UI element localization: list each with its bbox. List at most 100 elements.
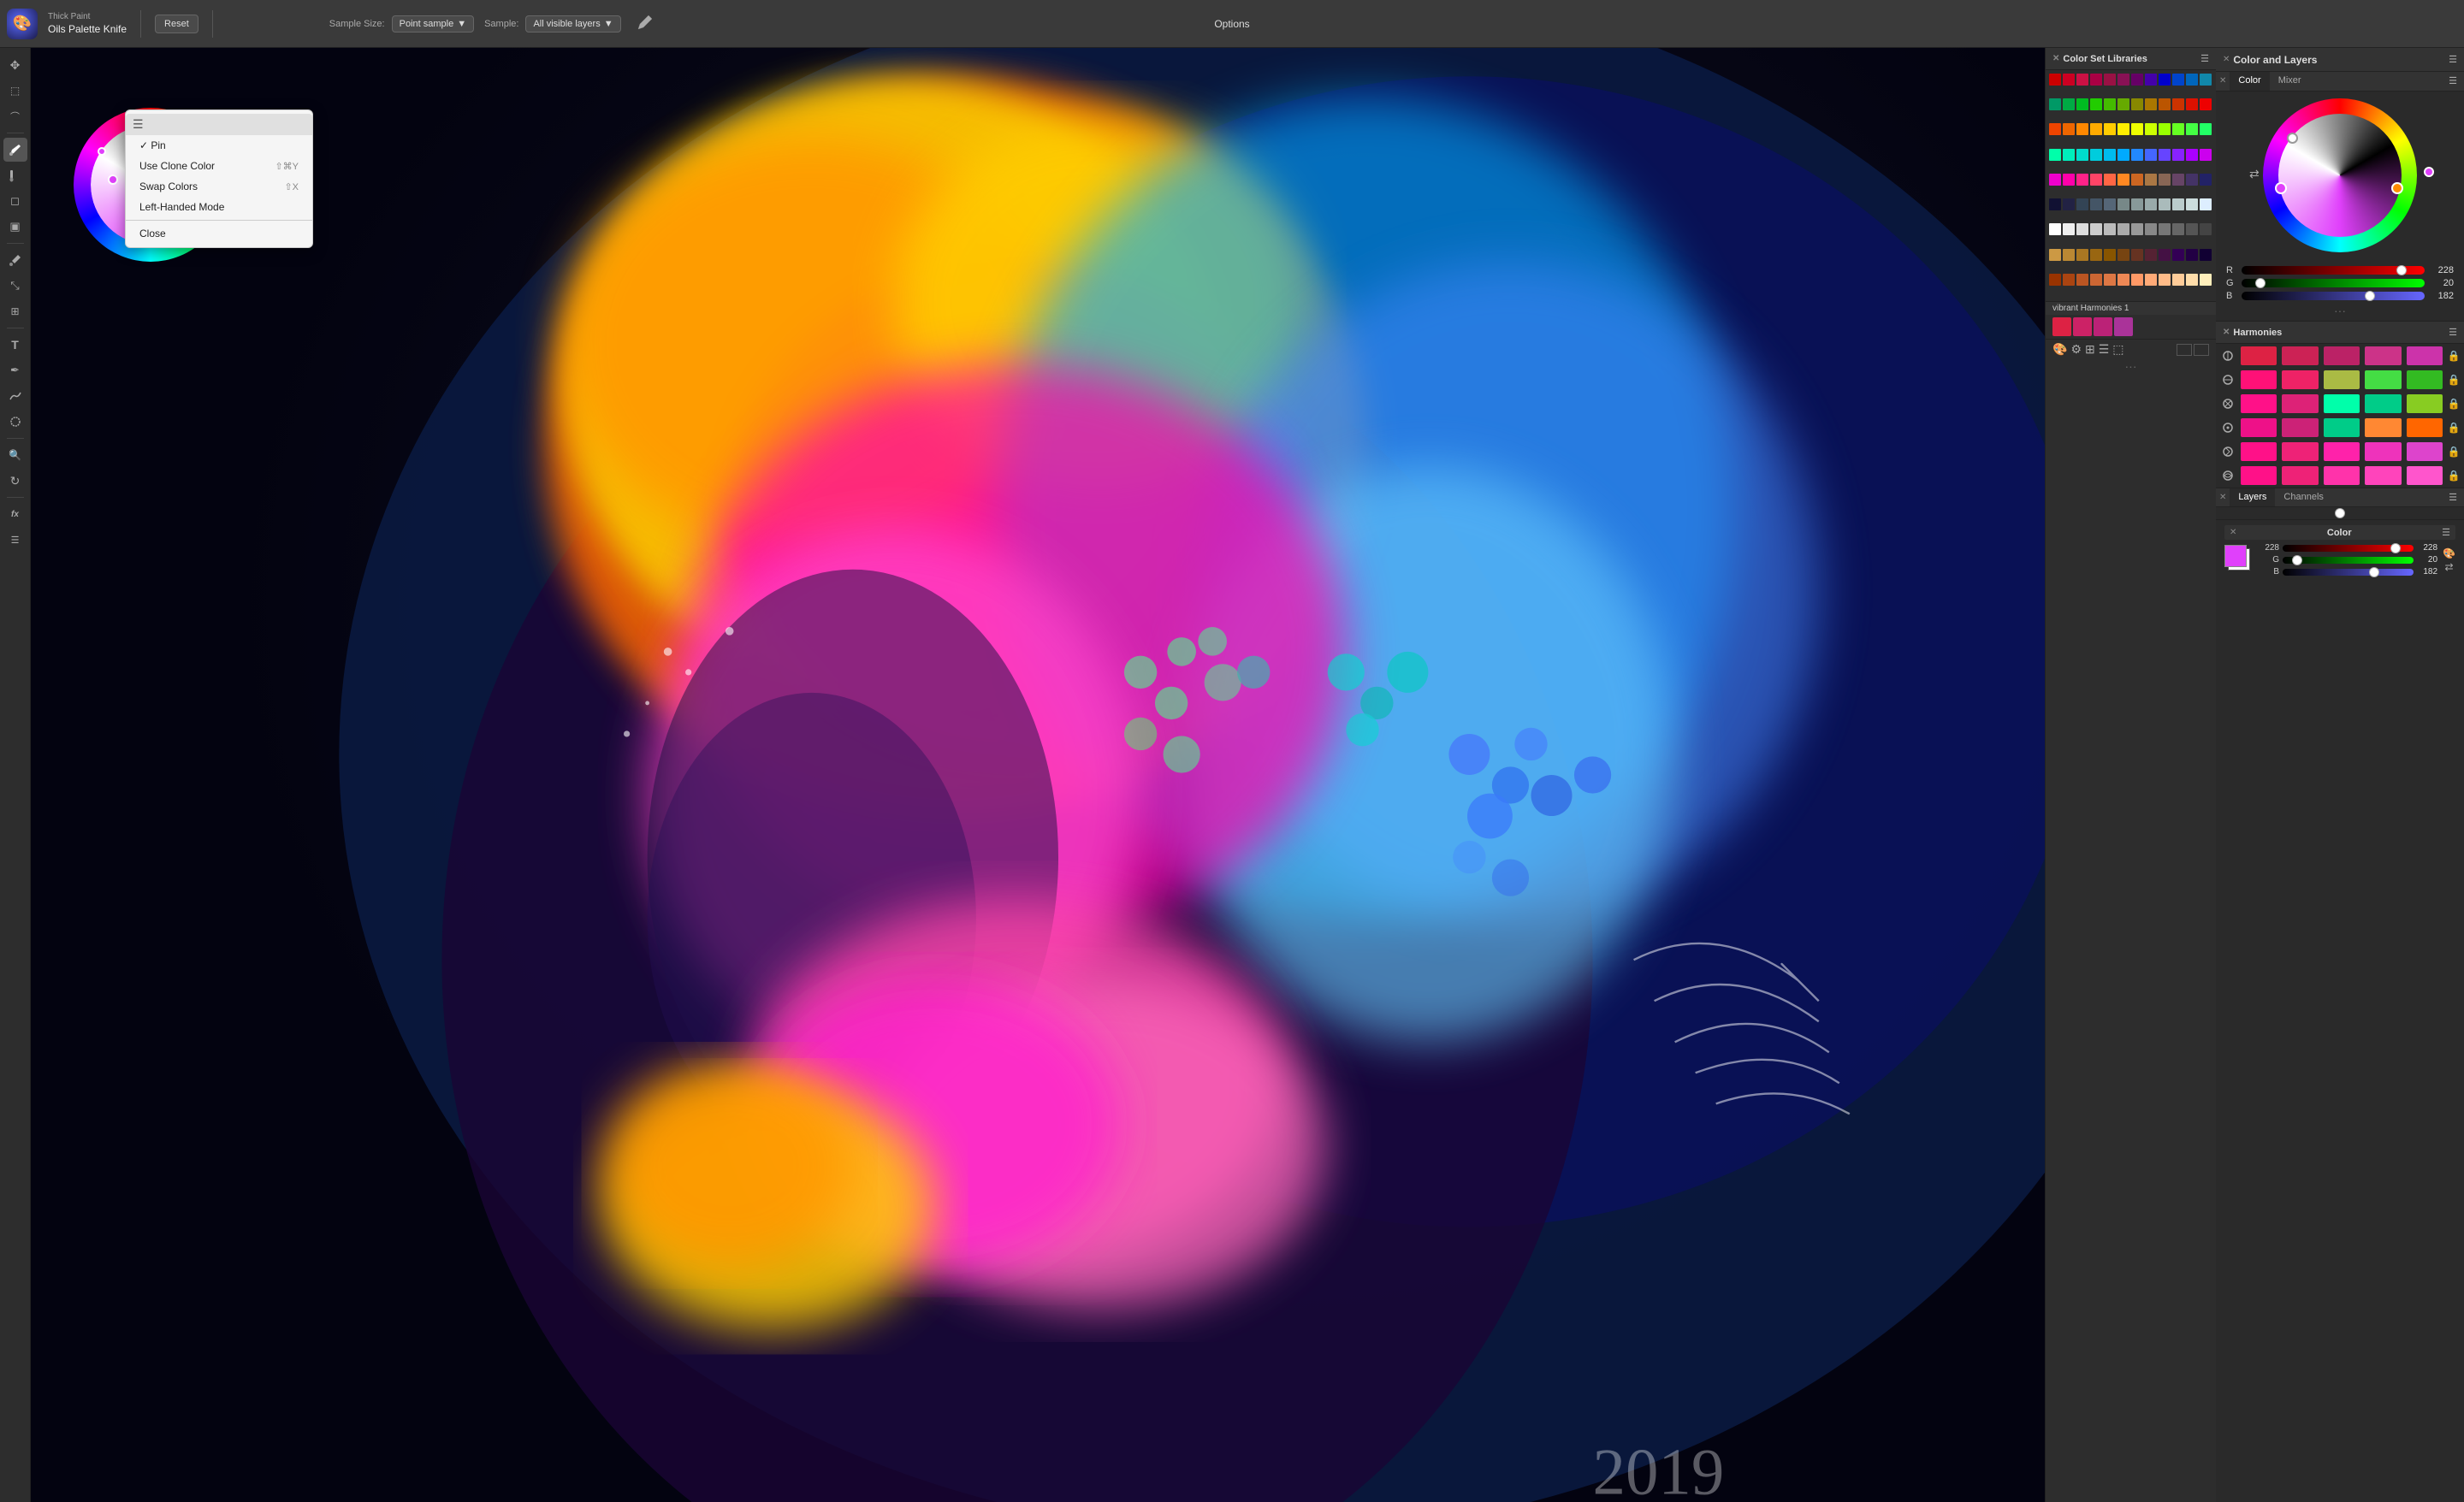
color-swatch[interactable] <box>2049 98 2061 110</box>
lock-4[interactable]: 🔒 <box>2447 422 2461 434</box>
color-swatch[interactable] <box>2159 74 2171 86</box>
color-swatch[interactable] <box>2104 198 2116 210</box>
color-swatch[interactable] <box>2090 98 2102 110</box>
color-swatch[interactable] <box>2200 149 2212 161</box>
color-swatch[interactable] <box>2104 98 2116 110</box>
g-slider[interactable] <box>2242 278 2425 288</box>
color-swatch[interactable] <box>2063 98 2075 110</box>
color-swatch[interactable] <box>2104 274 2116 286</box>
color-swatch[interactable] <box>2090 198 2102 210</box>
tool-fx[interactable]: fx <box>3 502 27 526</box>
color-swatch[interactable] <box>2076 98 2088 110</box>
color-swatch[interactable] <box>2118 123 2129 135</box>
color-swatch[interactable] <box>2172 174 2184 186</box>
tool-zoom[interactable]: 🔍 <box>3 443 27 467</box>
bottom-color-tool-2[interactable]: ⇄ <box>2443 561 2455 573</box>
color-swatch[interactable] <box>2200 123 2212 135</box>
color-swatch[interactable] <box>2131 249 2143 261</box>
color-swatch[interactable] <box>2145 149 2157 161</box>
color-swatch[interactable] <box>2200 249 2212 261</box>
color-swatch[interactable] <box>2104 149 2116 161</box>
color-switch-left[interactable]: ⇄ <box>2249 167 2260 181</box>
close-x-icon[interactable]: ✕ <box>2052 54 2059 63</box>
color-swatch[interactable] <box>2049 223 2061 235</box>
color-swatch[interactable] <box>2200 223 2212 235</box>
color-swatch[interactable] <box>2159 149 2171 161</box>
tool-crop[interactable]: ⊞ <box>3 299 27 323</box>
color-swatch[interactable] <box>2186 223 2198 235</box>
mixer-tab[interactable]: Mixer <box>2270 72 2310 91</box>
libraries-menu-icon[interactable]: ☰ <box>2200 53 2209 64</box>
color-swatch[interactable] <box>2090 123 2102 135</box>
color-swatch[interactable] <box>2145 249 2157 261</box>
color-swatch[interactable] <box>2186 198 2198 210</box>
reset-button[interactable]: Reset <box>155 15 198 33</box>
color-swatch[interactable] <box>2131 74 2143 86</box>
color-swatch[interactable] <box>2145 198 2157 210</box>
harmony-tool-6[interactable] <box>2219 467 2236 484</box>
color-swatch[interactable] <box>2090 223 2102 235</box>
color-swatch[interactable] <box>2172 123 2184 135</box>
color-swatch[interactable] <box>2131 149 2143 161</box>
color-swatch[interactable] <box>2200 98 2212 110</box>
color-swatch[interactable] <box>2159 274 2171 286</box>
large-color-wheel-container[interactable]: ⇄ <box>2263 98 2417 252</box>
color-swatch[interactable] <box>2063 249 2075 261</box>
tab-close-x2[interactable]: ✕ <box>2216 72 2230 91</box>
swatch-view-2[interactable] <box>2194 344 2209 356</box>
tool-smudge[interactable] <box>3 384 27 408</box>
color-swatch[interactable] <box>2145 74 2157 86</box>
ctx-pin[interactable]: ✓ Pin <box>126 135 312 156</box>
color-swatch[interactable] <box>2063 223 2075 235</box>
color-swatch[interactable] <box>2063 174 2075 186</box>
color-swatch[interactable] <box>2118 223 2129 235</box>
color-swatch[interactable] <box>2118 198 2129 210</box>
color-swatch[interactable] <box>2172 249 2184 261</box>
tool-eyedropper[interactable] <box>3 248 27 272</box>
swatch-tool-4[interactable]: ☰ <box>2099 342 2110 357</box>
lock-1[interactable]: 🔒 <box>2447 350 2461 362</box>
sample-size-dropdown[interactable]: Point sample ▼ <box>392 15 474 33</box>
color-swatch[interactable] <box>2049 198 2061 210</box>
layers-slider[interactable] <box>2223 510 2457 517</box>
color-swatch[interactable] <box>2172 98 2184 110</box>
color-swatch[interactable] <box>2118 149 2129 161</box>
color-swatch[interactable] <box>2131 198 2143 210</box>
color-swatch[interactable] <box>2200 74 2212 86</box>
color-swatch[interactable] <box>2049 149 2061 161</box>
lock-3[interactable]: 🔒 <box>2447 398 2461 410</box>
tool-lasso[interactable]: ⌒ <box>3 104 27 128</box>
color-tab[interactable]: Color <box>2230 72 2269 91</box>
color-swatch[interactable] <box>2104 249 2116 261</box>
color-panel-menu[interactable]: ☰ <box>2442 72 2464 91</box>
tool-transform[interactable]: ⤡ <box>3 274 27 298</box>
color-swatch[interactable] <box>2131 223 2143 235</box>
color-swatch[interactable] <box>2076 149 2088 161</box>
color-swatch[interactable] <box>2186 98 2198 110</box>
bottom-r-slider[interactable] <box>2283 543 2414 553</box>
tool-blur[interactable] <box>3 410 27 434</box>
color-swatch[interactable] <box>2118 74 2129 86</box>
color-swatch[interactable] <box>2186 274 2198 286</box>
color-swatch[interactable] <box>2104 223 2116 235</box>
swatch-tool-2[interactable]: ⚙ <box>2070 342 2082 357</box>
color-swatch[interactable] <box>2172 149 2184 161</box>
color-swatch[interactable] <box>2076 174 2088 186</box>
r-slider[interactable] <box>2242 265 2425 275</box>
color-swatch[interactable] <box>2172 74 2184 86</box>
color-swatch[interactable] <box>2076 198 2088 210</box>
color-swatch[interactable] <box>2172 198 2184 210</box>
color-swatch[interactable] <box>2118 98 2129 110</box>
color-swatch[interactable] <box>2145 223 2157 235</box>
color-swatch[interactable] <box>2118 174 2129 186</box>
color-swatch[interactable] <box>2159 123 2171 135</box>
lock-5[interactable]: 🔒 <box>2447 446 2461 458</box>
color-swatch[interactable] <box>2090 149 2102 161</box>
ctx-swap-colors[interactable]: Swap Colors ⇧X <box>126 176 312 197</box>
close-bottom-color[interactable]: ✕ <box>2230 528 2236 537</box>
color-swatch[interactable] <box>2145 174 2157 186</box>
color-swatch[interactable] <box>2063 74 2075 86</box>
tool-rotate[interactable]: ↻ <box>3 469 27 493</box>
harmony-s2[interactable] <box>2073 317 2092 336</box>
layers-tab[interactable]: Layers <box>2230 488 2275 506</box>
